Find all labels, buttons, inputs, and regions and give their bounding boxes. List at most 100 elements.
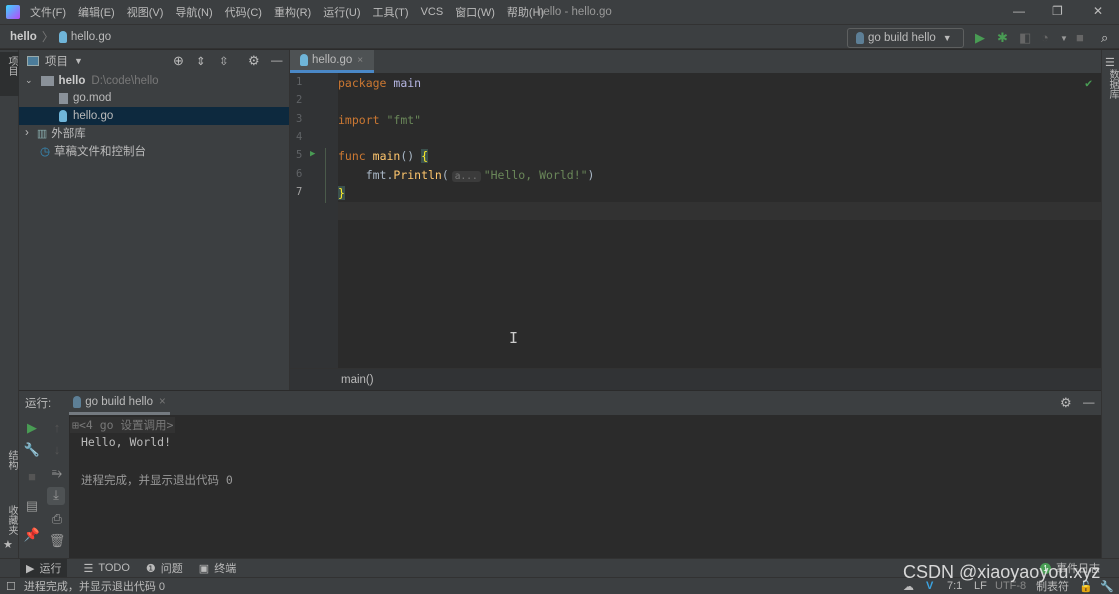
console-output[interactable]: ⊞<4 go 设置调用> Hello, World! 进程完成，并显示退出代码 … — [70, 415, 1101, 558]
trash-icon[interactable]: 🗑 — [48, 533, 66, 549]
parameter-hint: a... — [451, 171, 481, 182]
soft-wrap-icon[interactable]: ⥱ — [48, 465, 66, 481]
line-number: 6 — [296, 168, 303, 180]
close-tab-icon[interactable]: × — [159, 396, 166, 408]
console-fold[interactable]: ⊞<4 go 设置调用> — [70, 417, 176, 433]
text-cursor-icon: I — [509, 329, 519, 347]
tree-item-go-mod[interactable]: go.mod — [19, 90, 289, 108]
menu-view[interactable]: 视图(V) — [127, 4, 164, 20]
breadcrumb-function[interactable]: main() — [341, 374, 374, 386]
hide-icon[interactable]: — — [1083, 397, 1095, 409]
menu-vcs[interactable]: VCS — [421, 6, 444, 18]
breadcrumb-project[interactable]: hello — [10, 31, 37, 43]
database-icon: ☰ — [1105, 57, 1115, 69]
more-run-icon[interactable]: ▼ — [1060, 34, 1068, 43]
run-label: 运行: — [25, 398, 52, 410]
fold-guide — [325, 148, 326, 203]
minimize-button[interactable]: — — [1013, 4, 1025, 18]
line-number: 5 — [296, 149, 303, 161]
parens: () — [400, 149, 422, 163]
tab-run[interactable]: ▶ 运行 — [20, 559, 68, 577]
debug-icon[interactable]: ✱ — [997, 30, 1008, 46]
line-number: 2 — [296, 94, 303, 106]
line-number: 1 — [296, 76, 303, 88]
breadcrumb-file[interactable]: hello.go — [71, 31, 111, 43]
database-tool-button[interactable]: ☰ 数据库 — [1102, 50, 1119, 108]
run-panel-header: 运行: go build hello × ⚙ — — [19, 391, 1101, 415]
profile-icon[interactable]: ◔ — [1041, 30, 1049, 45]
run-tab[interactable]: go build hello × — [69, 391, 170, 415]
run-gutter-icon[interactable]: ▶ — [310, 149, 315, 159]
expand-all-icon[interactable]: ⇕ — [196, 54, 206, 68]
tree-item-root[interactable]: ⌄ hello D:\code\hello — [19, 72, 289, 90]
up-arrow-icon[interactable]: ↑ — [48, 420, 66, 435]
chevron-down-icon[interactable]: ▼ — [74, 56, 83, 66]
down-arrow-icon[interactable]: ↓ — [48, 442, 66, 457]
file-name: hello.go — [73, 109, 114, 122]
project-panel-title[interactable]: 项目 — [45, 53, 68, 69]
tab-hello-go[interactable]: hello.go × — [290, 50, 374, 73]
locate-icon[interactable]: ⊕ — [173, 53, 184, 69]
scratches-icon: ◷ — [40, 145, 51, 158]
search-icon[interactable]: ⌕ — [1101, 30, 1108, 46]
tab-terminal[interactable]: ▣ 终端 — [199, 560, 236, 576]
editor: hello.go × 1 2 3 4 5 6 7 ▶ package main … — [289, 50, 1102, 390]
project-tool-button[interactable]: 项目 — [0, 52, 19, 96]
editor-tabs: hello.go × — [290, 50, 1101, 73]
run-config-label: go build hello — [868, 32, 936, 44]
terminal-icon: ▣ — [198, 562, 210, 575]
wrench-icon[interactable]: 🔧 — [1100, 580, 1114, 593]
chevron-down-icon: ⌄ — [25, 75, 33, 86]
function-name: main — [372, 149, 401, 163]
expand-icon: ⊞ — [72, 418, 79, 432]
menu-run[interactable]: 运行(U) — [323, 4, 360, 20]
chevron-down-icon: ▼ — [942, 33, 952, 43]
menu-window[interactable]: 窗口(W) — [455, 4, 495, 20]
go-file-icon — [300, 54, 308, 66]
print-icon[interactable]: ⎙ — [48, 511, 66, 527]
menu-edit[interactable]: 编辑(E) — [78, 4, 115, 20]
right-tool-strip: ☰ 数据库 — [1101, 50, 1119, 578]
navigation-bar: hello 〉 hello.go go build hello ▼ ▶ ✱ ◧ … — [0, 24, 1119, 49]
string: "fmt" — [386, 113, 422, 127]
tab-problems[interactable]: ❶ 问题 — [146, 560, 183, 576]
project-view-icon — [27, 56, 39, 66]
tree-item-external-libraries[interactable]: › ▥ 外部库 — [19, 125, 289, 143]
menu-file[interactable]: 文件(F) — [30, 4, 66, 20]
go-icon — [856, 32, 864, 44]
stop-icon[interactable]: ■ — [1076, 30, 1084, 45]
identifier: fmt. — [338, 168, 394, 182]
chevron-right-icon: › — [25, 127, 29, 140]
gear-icon[interactable]: ⚙ — [1060, 395, 1072, 411]
close-button[interactable]: ✕ — [1093, 4, 1103, 18]
tree-item-scratches[interactable]: ◷ 草稿文件和控制台 — [19, 142, 289, 160]
play-icon: ▶ — [26, 562, 35, 575]
menu-navigate[interactable]: 导航(N) — [175, 4, 212, 20]
menu-refactor[interactable]: 重构(R) — [274, 4, 311, 20]
project-panel: 项目 ▼ ⊕ ⇕ ⇳ ⚙ — ⌄ hello D:\code\hello go.… — [19, 50, 289, 390]
scroll-to-end-icon[interactable]: ⤓ — [47, 487, 65, 505]
gear-icon[interactable]: ⚙ — [248, 53, 260, 69]
tree-item-hello-go[interactable]: hello.go — [19, 107, 289, 125]
project-panel-header: 项目 ▼ ⊕ ⇕ ⇳ ⚙ — — [19, 50, 289, 72]
close-tab-icon[interactable]: × — [357, 55, 363, 66]
run-icon[interactable]: ▶ — [975, 30, 985, 46]
rerun-icon[interactable]: ▶ — [23, 420, 41, 436]
code-line-5: func main() { — [338, 149, 429, 163]
menu-tools[interactable]: 工具(T) — [373, 4, 409, 20]
tab-todo[interactable]: ☰ TODO — [83, 562, 129, 575]
restore-button[interactable]: ❐ — [1052, 4, 1063, 18]
wrench-icon[interactable]: 🔧 — [23, 442, 41, 458]
code-line-1: package main — [338, 76, 421, 90]
run-config-select[interactable]: go build hello ▼ — [847, 28, 964, 48]
structure-label: 结构 — [6, 450, 17, 470]
stop-icon[interactable]: ■ — [23, 469, 41, 484]
pin-icon[interactable]: 📌 — [23, 527, 41, 543]
menu-code[interactable]: 代码(C) — [225, 4, 262, 20]
toggle-tool-windows-icon[interactable]: ☐ — [6, 580, 16, 593]
layout-icon[interactable]: ▤ — [23, 498, 41, 514]
code-area[interactable]: 1 2 3 4 5 6 7 ▶ package main import "fmt… — [290, 73, 1102, 368]
hide-icon[interactable]: — — [271, 55, 283, 67]
coverage-icon[interactable]: ◧ — [1019, 30, 1031, 46]
collapse-all-icon[interactable]: ⇳ — [219, 54, 229, 68]
